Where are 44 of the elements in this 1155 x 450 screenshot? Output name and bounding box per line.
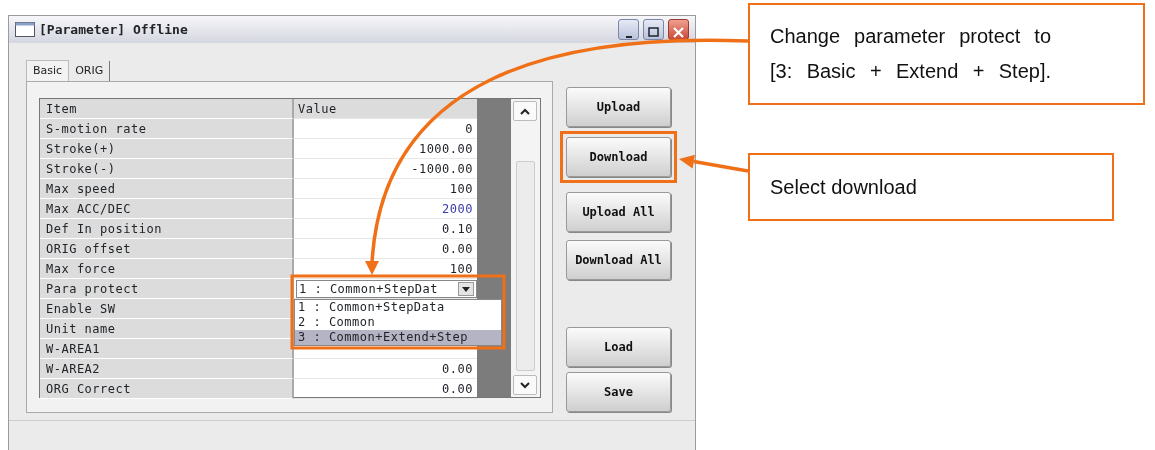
dropdown-option[interactable]: 3 : Common+Extend+Step: [295, 330, 501, 345]
column-header: Value: [294, 99, 477, 119]
parameter-name: Max ACC/DEC: [40, 199, 294, 219]
maximize-button[interactable]: [643, 19, 664, 40]
parameter-name: Max speed: [40, 179, 294, 199]
dropdown-option[interactable]: 1 : Common+StepData: [295, 300, 501, 315]
caret-down-icon: [462, 286, 470, 292]
parameter-name: ORG Correct: [40, 379, 294, 399]
action-button[interactable]: Download: [566, 137, 671, 177]
minimize-button[interactable]: [618, 19, 639, 40]
scroll-down-button[interactable]: [513, 375, 538, 395]
parameter-name: Max force: [40, 259, 294, 279]
close-button[interactable]: [668, 19, 689, 40]
column-header: Item: [40, 99, 294, 119]
dropdown-field[interactable]: 1 : Common+StepDat: [296, 280, 477, 298]
parameter-name: Stroke(+): [40, 139, 294, 159]
tab[interactable]: Basic: [26, 59, 70, 81]
parameter-name: W-AREA1: [40, 339, 294, 359]
action-button[interactable]: Download All: [566, 240, 671, 280]
dropdown-option[interactable]: 2 : Common: [295, 315, 501, 330]
dropdown-arrow-button[interactable]: [458, 282, 474, 296]
parameter-name: Stroke(-): [40, 159, 294, 179]
parameter-name: W-AREA2: [40, 359, 294, 379]
action-button[interactable]: Save: [566, 372, 671, 412]
window-icon: [15, 22, 35, 37]
scrollbar[interactable]: [510, 99, 540, 397]
scroll-up-button[interactable]: [513, 101, 538, 121]
parameter-name: ORIG offset: [40, 239, 294, 259]
action-button[interactable]: Load: [566, 327, 671, 367]
chevron-down-icon: [520, 381, 531, 389]
chevron-up-icon: [520, 107, 531, 115]
parameter-value: 0.00: [294, 379, 477, 399]
parameter-name: Enable SW: [40, 299, 294, 319]
callout-text: Select download: [748, 153, 1114, 221]
parameter-name: Unit name: [40, 319, 294, 339]
callout-text: Change parameter protect to [3: Basic + Extend + Step].: [748, 3, 1145, 105]
parameter-name: S-motion rate: [40, 119, 294, 139]
action-button[interactable]: Upload: [566, 87, 671, 127]
parameter-name: Para protect: [40, 279, 294, 299]
minimize-icon: [625, 35, 632, 38]
window-title: [Parameter] Offline: [39, 20, 188, 39]
action-button[interactable]: Upload All: [566, 192, 671, 232]
parameter-name: Def In position: [40, 219, 294, 239]
scroll-thumb[interactable]: [515, 161, 535, 371]
